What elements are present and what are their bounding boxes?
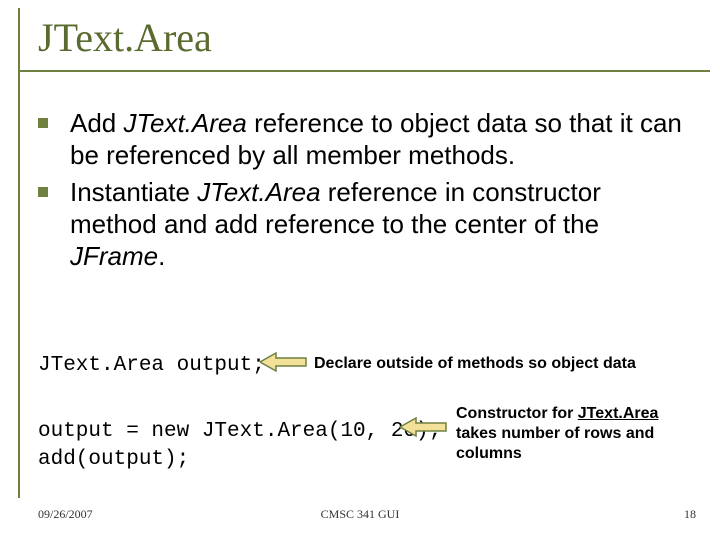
arrow-left-icon xyxy=(400,414,450,440)
annotation-constructor: Constructor for JText.Area takes number … xyxy=(456,404,702,464)
title-underline-rule xyxy=(20,70,710,72)
slide: JText.Area Add JText.Area reference to o… xyxy=(0,0,720,540)
bullet-text: Instantiate JText.Area reference in cons… xyxy=(70,177,688,272)
footer-page-number: 18 xyxy=(684,507,696,522)
bullet-icon xyxy=(38,118,48,128)
code-line: add(output); xyxy=(38,446,441,474)
footer-center: CMSC 341 GUI xyxy=(0,507,720,522)
code-block-constructor: output = new JText.Area(10, 20); add(out… xyxy=(38,418,441,475)
bullet-item: Instantiate JText.Area reference in cons… xyxy=(38,177,688,272)
bullet-item: Add JText.Area reference to object data … xyxy=(38,108,688,171)
code-line: output = new JText.Area(10, 20); xyxy=(38,418,441,446)
bullet-icon xyxy=(38,187,48,197)
left-margin-rule xyxy=(18,8,20,498)
annotation-declare: Declare outside of methods so object dat… xyxy=(314,354,714,374)
code-line-declare: JText.Area output; xyxy=(38,352,265,380)
bullet-list: Add JText.Area reference to object data … xyxy=(38,108,688,279)
slide-title: JText.Area xyxy=(38,14,212,61)
arrow-left-icon xyxy=(260,349,310,375)
bullet-text: Add JText.Area reference to object data … xyxy=(70,108,688,171)
